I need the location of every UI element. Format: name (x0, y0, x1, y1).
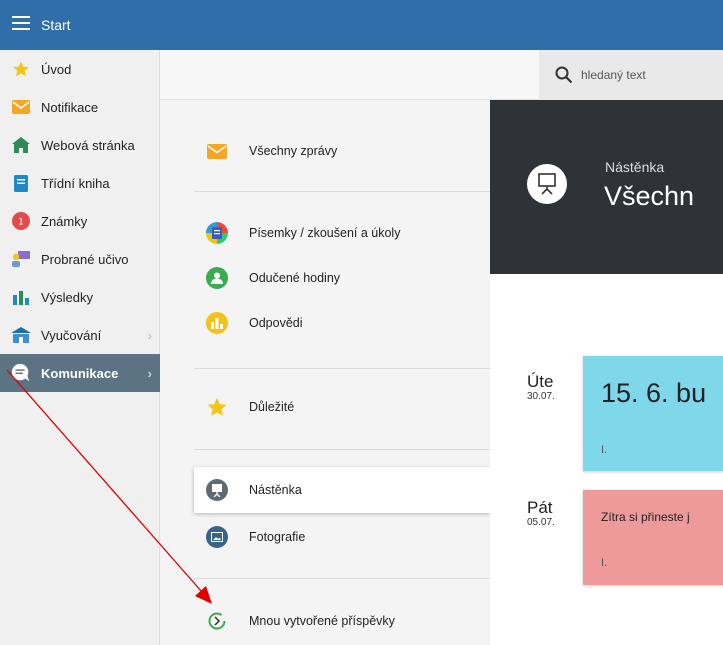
board-icon (206, 479, 228, 501)
post-date: 05.07. (527, 517, 555, 528)
test-icon (206, 222, 228, 244)
board-header: Nástěnka Všechn (490, 100, 723, 274)
search-box[interactable] (539, 50, 723, 100)
book-icon (11, 173, 31, 193)
sidebar-item-label: Webová stránka (41, 137, 135, 153)
envelope-icon (11, 97, 31, 117)
communication-menu: Všechny zprávy Písemky / zkoušení a úkol… (160, 100, 490, 645)
refresh-icon (206, 610, 228, 632)
post-card[interactable]: Zítra si přineste j I. (583, 490, 723, 585)
menu-item-pisemky[interactable]: Písemky / zkoušení a úkoly (194, 210, 490, 256)
app-title[interactable]: Start (41, 17, 71, 33)
post-footer: I. (601, 557, 608, 569)
menu-item-label: Nástěnka (249, 483, 302, 497)
sidebar-item-label: Známky (41, 213, 88, 229)
grade-icon: 1 (11, 211, 31, 231)
sidebar-item-vyucovani[interactable]: Vyučování › (0, 316, 160, 354)
sidebar-item-notifikace[interactable]: Notifikace (0, 88, 160, 126)
toolbar-strip (160, 50, 723, 100)
photo-icon (206, 526, 228, 548)
menu-item-vsechny-zpravy[interactable]: Všechny zprávy (194, 128, 490, 174)
sidebar-item-label: Probrané učivo (41, 251, 129, 267)
sidebar-item-label: Výsledky (41, 289, 94, 305)
menu-item-fotografie[interactable]: Fotografie (194, 514, 490, 560)
menu-divider (194, 449, 490, 450)
menu-item-label: Důležité (249, 400, 295, 414)
svg-text:1: 1 (18, 218, 24, 228)
menu-item-label: Všechny zprávy (249, 144, 338, 158)
sidebar-item-label: Notifikace (41, 99, 99, 115)
board-content: Nástěnka Všechn Úte 30.07. 15. 6. bu I. … (490, 100, 723, 645)
board-subtitle: Nástěnka (605, 159, 665, 175)
post-day: Pát 05.07. (527, 498, 555, 528)
sidebar-item-label: Úvod (41, 61, 72, 77)
home-icon (11, 135, 31, 155)
post-card[interactable]: 15. 6. bu I. (583, 356, 723, 471)
menu-divider (194, 191, 490, 192)
star-icon (206, 396, 228, 418)
sidebar: Úvod Notifikace Webová stránka Třídní kn… (0, 50, 160, 645)
menu-item-nastenka[interactable]: Nástěnka (194, 467, 490, 513)
sidebar-item-label: Třídní kniha (41, 175, 110, 191)
menu-item-odpovedi[interactable]: Odpovědi (194, 300, 490, 346)
post-day-name: Úte (527, 372, 554, 391)
sidebar-item-label: Komunikace (41, 365, 119, 381)
sidebar-item-webova-stranka[interactable]: Webová stránka (0, 126, 160, 164)
sidebar-item-uvod[interactable]: Úvod (0, 50, 160, 88)
search-icon[interactable] (555, 66, 573, 84)
menu-item-label: Odpovědi (249, 316, 303, 330)
bar-chart-icon (11, 287, 31, 307)
post-day: Úte 30.07. (527, 372, 555, 402)
search-input[interactable] (581, 68, 711, 82)
menu-item-label: Mnou vytvořené příspěvky (249, 614, 395, 628)
menu-item-dulezite[interactable]: Důležité (194, 384, 490, 430)
top-bar: Start (0, 0, 723, 50)
sidebar-item-komunikace[interactable]: Komunikace › (0, 354, 160, 392)
menu-item-label: Fotografie (249, 530, 306, 544)
menu-item-oducene-hodiny[interactable]: Odučené hodiny (194, 255, 490, 301)
teacher-icon (11, 249, 31, 269)
board-title: Všechn (604, 181, 695, 211)
envelope-icon (206, 140, 228, 162)
chevron-right-icon: › (147, 328, 152, 343)
post-date: 30.07. (527, 391, 555, 402)
chat-icon (11, 363, 31, 383)
menu-divider (194, 368, 490, 369)
menu-divider (194, 578, 490, 579)
hamburger-menu-icon[interactable] (12, 16, 30, 30)
menu-item-label: Odučené hodiny (249, 271, 341, 285)
sidebar-item-vysledky[interactable]: Výsledky (0, 278, 160, 316)
menu-item-mnou-vytvorene[interactable]: Mnou vytvořené příspěvky (194, 598, 490, 644)
chevron-right-icon: › (147, 366, 152, 381)
post-title: 15. 6. bu (601, 378, 707, 408)
menu-item-label: Písemky / zkoušení a úkoly (249, 226, 401, 240)
star-icon (11, 59, 31, 79)
post-footer: I. (601, 444, 608, 456)
chart-icon (206, 312, 228, 334)
person-icon (206, 267, 228, 289)
sidebar-item-znamky[interactable]: 1 Známky (0, 202, 160, 240)
sidebar-item-tridni-kniha[interactable]: Třídní kniha (0, 164, 160, 202)
post-day-name: Pát (527, 498, 553, 517)
post-title: Zítra si přineste j (601, 510, 690, 524)
sidebar-item-label: Vyučování (41, 327, 102, 343)
sidebar-item-probrane-ucivo[interactable]: Probrané učivo (0, 240, 160, 278)
board-icon (527, 164, 567, 204)
school-icon (11, 325, 31, 345)
